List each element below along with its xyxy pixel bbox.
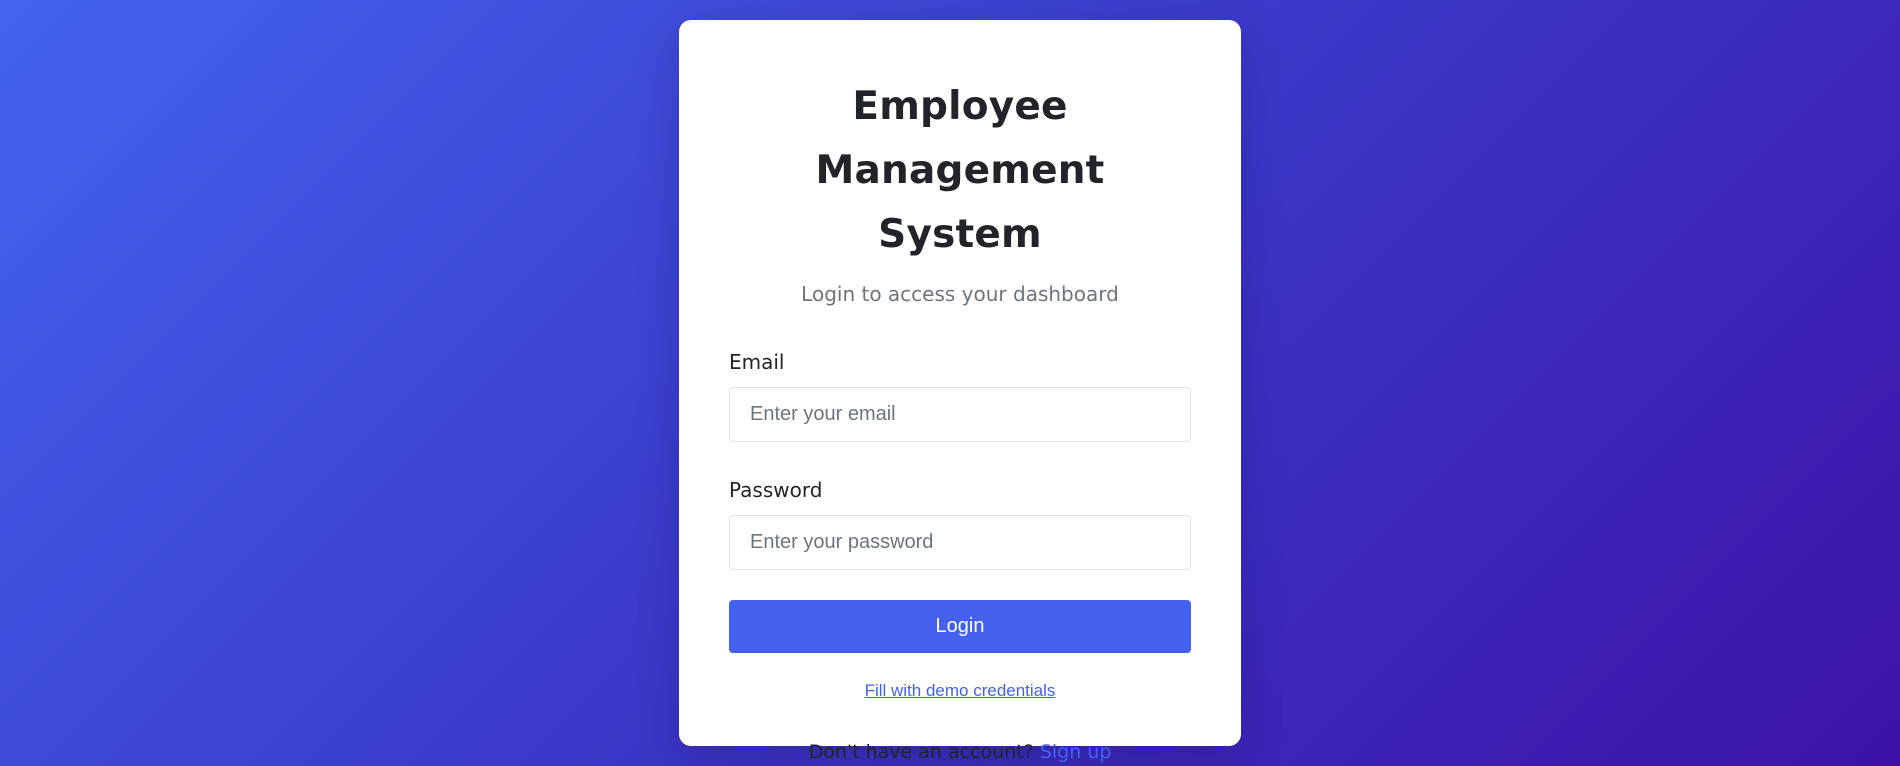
demo-credentials-link[interactable]: Fill with demo credentials: [729, 681, 1191, 701]
page-subtitle: Login to access your dashboard: [801, 282, 1119, 306]
login-button[interactable]: Login: [729, 600, 1191, 653]
email-field[interactable]: [729, 387, 1191, 442]
email-label: Email: [729, 350, 785, 374]
title-line-1: Employee: [852, 84, 1068, 129]
login-card: Employee Management System Login to acce…: [679, 20, 1241, 763]
title-line-2: Management System: [815, 148, 1105, 257]
page-title: Employee Management System: [729, 75, 1191, 267]
password-label: Password: [729, 478, 823, 502]
signup-link[interactable]: Sign up: [1040, 741, 1112, 763]
signup-prompt-row: Don't have an account? Sign up: [729, 739, 1191, 765]
signup-prompt-text: Don't have an account?: [808, 741, 1034, 763]
password-field[interactable]: [729, 515, 1191, 570]
